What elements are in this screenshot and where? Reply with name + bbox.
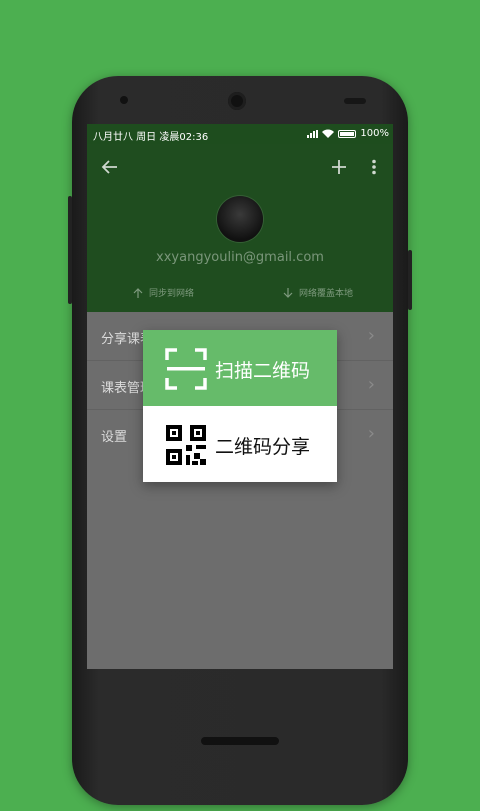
avatar[interactable] bbox=[217, 196, 263, 242]
status-icons: 100% bbox=[307, 128, 389, 139]
battery-icon bbox=[338, 129, 357, 138]
light-sensor bbox=[344, 98, 366, 104]
more-vert-icon[interactable] bbox=[371, 158, 377, 178]
account-email: xxyangyoulin@gmail.com bbox=[156, 250, 324, 265]
share-qr-button[interactable]: 二维码分享 bbox=[143, 406, 337, 482]
status-date-time: 八月廿八 周日 凌晨02:36 bbox=[93, 132, 209, 143]
profile-header: xxyangyoulin@gmail.com 同步到网络 网络覆盖本地 bbox=[87, 144, 393, 312]
sync-down-button[interactable]: 网络覆盖本地 bbox=[283, 286, 353, 299]
arrow-up-icon bbox=[133, 287, 143, 298]
wifi-icon bbox=[322, 129, 335, 138]
sync-up-button[interactable]: 同步到网络 bbox=[133, 286, 194, 299]
scan-frame-icon bbox=[165, 348, 207, 390]
sync-down-label: 网络覆盖本地 bbox=[299, 289, 354, 299]
chevron-right-icon: › bbox=[367, 374, 375, 395]
signal-icon bbox=[307, 129, 319, 138]
sync-up-label: 同步到网络 bbox=[149, 289, 195, 299]
chevron-right-icon: › bbox=[367, 423, 375, 444]
scan-qr-button[interactable]: 扫描二维码 bbox=[143, 330, 337, 406]
side-button bbox=[68, 196, 72, 304]
side-button bbox=[408, 250, 412, 310]
share-qr-label: 二维码分享 bbox=[215, 436, 311, 458]
scan-qr-label: 扫描二维码 bbox=[215, 360, 311, 382]
add-icon[interactable] bbox=[331, 158, 347, 178]
chevron-right-icon: › bbox=[367, 325, 375, 346]
qr-popup-menu: 扫描二维码 二维码分享 bbox=[143, 330, 337, 482]
arrow-down-icon bbox=[283, 287, 293, 298]
qr-code-icon bbox=[166, 425, 206, 465]
front-camera bbox=[228, 92, 246, 110]
battery-percent: 100% bbox=[360, 128, 389, 139]
status-bar: 八月廿八 周日 凌晨02:36 100% bbox=[87, 124, 393, 144]
bottom-speaker bbox=[201, 737, 279, 745]
earpiece-dot bbox=[120, 96, 128, 104]
back-arrow-icon[interactable] bbox=[101, 158, 119, 179]
list-item-label: 设置 bbox=[101, 430, 128, 445]
